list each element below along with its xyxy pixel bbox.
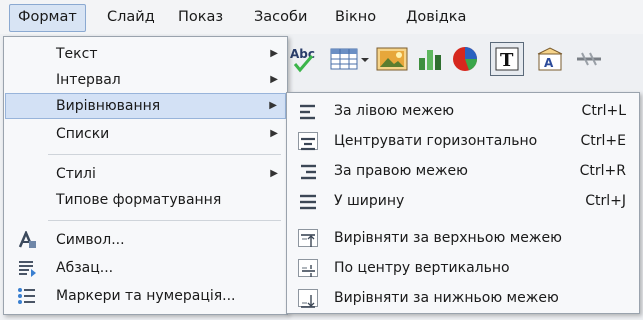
menu-window[interactable]: Вікно [327,4,384,30]
submenu-item-align-right-label: За правою межею [334,163,468,179]
menu-item-text[interactable]: Текст ▶ [5,41,286,67]
menu-item-paragraph[interactable]: Абзац... [5,255,286,281]
submenu-item-center-horizontal-label: Центрувати горизонтально [334,133,538,149]
submenu-item-align-top[interactable]: Вирівняти за верхньою межею [288,223,638,253]
submenu-item-align-bottom[interactable]: Вирівняти за нижньою межею [288,283,638,313]
menu-slide[interactable]: Слайд [99,4,163,30]
menu-slide-label: Слайд [107,9,155,25]
menu-window-label: Вікно [335,9,377,25]
submenu-item-justify-label: У ширину [334,193,405,209]
menu-item-alignment-label: Вирівнювання [56,98,161,114]
menu-item-character[interactable]: Символ... [5,227,286,253]
submenu-item-align-right[interactable]: За правою межею Ctrl+R [288,156,638,186]
menu-tools-label: Засоби [254,9,308,25]
align-bottom-icon [298,289,318,308]
menu-item-character-label: Символ... [56,232,125,248]
link-icon[interactable] [574,48,604,70]
svg-text:A: A [544,56,554,70]
submenu-item-center-horizontal[interactable]: Центрувати горизонтально Ctrl+E [288,126,638,156]
submenu-item-justify[interactable]: У ширину Ctrl+J [288,186,638,216]
submenu-arrow-icon: ▶ [270,128,278,139]
menu-format[interactable]: Формат [9,4,86,32]
menu-item-paragraph-label: Абзац... [56,260,114,276]
menu-tools[interactable]: Засоби [246,4,315,30]
submenu-arrow-icon: ▶ [270,168,278,179]
submenu-item-align-left-label: За лівою межею [334,103,455,119]
bullets-numbering-icon [17,287,37,305]
menu-item-bullets-numbering-label: Маркери та нумерація... [56,288,236,304]
chart-bar-icon[interactable] [416,46,444,72]
paragraph-icon [17,259,37,277]
character-icon [17,229,37,249]
align-left-icon [298,102,318,120]
menu-show-label: Показ [178,9,224,25]
align-top-icon [298,229,318,247]
menu-format-label: Формат [18,9,77,25]
menu-item-lists-label: Списки [56,126,110,142]
shortcut-text: Ctrl+E [580,133,627,149]
menu-item-alignment[interactable]: Вирівнювання ▶ [5,93,286,119]
text-box-icon[interactable]: T [490,42,524,76]
menu-item-styles[interactable]: Стилі ▶ [5,161,286,187]
spellcheck-icon[interactable]: Abc [289,44,317,74]
menu-item-default-formatting[interactable]: Типове форматування [5,187,286,213]
format-menu: Текст ▶ Інтервал ▶ Вирівнювання ▶ Списки… [3,36,288,315]
alignment-submenu: За лівою межею Ctrl+L Центрувати горизон… [286,92,640,314]
submenu-arrow-icon: ▶ [269,100,277,111]
image-icon[interactable] [376,46,408,72]
align-center-vertical-icon [298,259,318,277]
align-right-icon [298,162,318,180]
submenu-item-center-vertical-label: По центру вертикально [334,260,510,276]
menu-help[interactable]: Довідка [398,4,474,30]
menu-item-bullets-numbering[interactable]: Маркери та нумерація... [5,283,286,309]
justify-icon [298,192,318,210]
menu-separator [48,154,281,155]
menu-item-styles-label: Стилі [56,166,96,182]
shortcut-text: Ctrl+J [585,193,626,209]
menu-item-spacing-label: Інтервал [56,72,121,88]
submenu-item-align-top-label: Вирівняти за верхньою межею [334,230,562,246]
menu-item-lists[interactable]: Списки ▶ [5,121,286,147]
submenu-item-center-vertical[interactable]: По центру вертикально [288,253,638,283]
menu-help-label: Довідка [406,9,467,25]
submenu-arrow-icon: ▶ [270,74,278,85]
pie-chart-icon[interactable] [450,45,480,73]
menu-separator [48,220,281,221]
submenu-item-align-bottom-label: Вирівняти за нижньою межею [334,290,559,306]
submenu-item-align-left[interactable]: За лівою межею Ctrl+L [288,96,638,126]
shortcut-text: Ctrl+R [579,163,626,179]
menu-bar: Формат Слайд Показ Засоби Вікно Довідка [0,0,643,35]
menu-show[interactable]: Показ [170,4,231,30]
menu-item-default-formatting-label: Типове форматування [56,192,222,208]
menu-item-text-label: Текст [56,46,98,62]
align-center-horizontal-icon [298,132,318,151]
menu-item-spacing[interactable]: Інтервал ▶ [5,67,286,93]
submenu-arrow-icon: ▶ [270,48,278,59]
fontwork-icon[interactable]: A [535,46,565,72]
svg-text:T: T [500,50,514,71]
shortcut-text: Ctrl+L [581,103,626,119]
table-icon[interactable] [330,47,370,71]
